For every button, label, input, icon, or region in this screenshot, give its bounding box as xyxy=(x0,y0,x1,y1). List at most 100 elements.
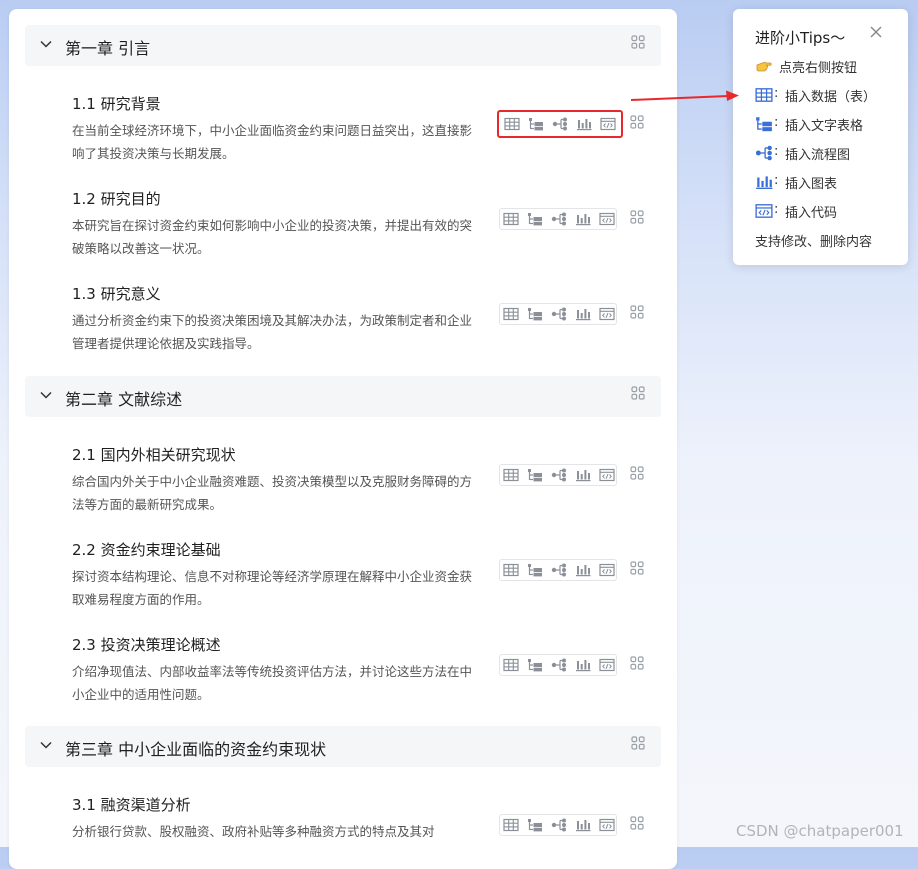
table-icon[interactable] xyxy=(503,563,519,577)
watermark: CSDN @chatpaper001 xyxy=(736,822,904,840)
bar-chart-icon[interactable] xyxy=(575,658,591,672)
grid-menu-icon[interactable] xyxy=(630,656,644,670)
tips-popover: 进阶小Tips～ 点亮右侧按钮 : 插入数据（表） : 插入文字表格 : 插入流… xyxy=(733,9,908,265)
text-table-icon[interactable] xyxy=(527,563,543,577)
grid-menu-icon[interactable] xyxy=(630,210,644,224)
grid-menu-icon[interactable] xyxy=(630,115,644,129)
section-description: 综合国内外关于中小企业融资难题、投资决策模型以及克服财务障碍的方法等方面的最新研… xyxy=(72,474,473,512)
flowchart-icon[interactable] xyxy=(551,563,567,577)
code-icon[interactable] xyxy=(599,212,615,226)
flowchart-icon[interactable] xyxy=(551,818,567,832)
grid-menu-icon[interactable] xyxy=(630,561,644,575)
insert-toolbar xyxy=(499,303,617,325)
insert-toolbar xyxy=(499,814,617,836)
table-icon[interactable] xyxy=(503,468,519,482)
tip-label: 点亮右侧按钮 xyxy=(779,61,858,76)
code-icon[interactable] xyxy=(599,468,615,482)
chapter-title: 第一章 引言 xyxy=(65,39,151,58)
bar-chart-icon[interactable] xyxy=(575,212,591,226)
code-icon[interactable] xyxy=(600,117,616,131)
text-table-icon[interactable] xyxy=(527,468,543,482)
flowchart-icon[interactable] xyxy=(552,117,568,131)
chapter-header[interactable]: 第一章 引言 xyxy=(25,25,661,66)
tip-label: 插入图表 xyxy=(785,177,838,192)
insert-toolbar xyxy=(499,654,617,676)
section-title: 2.3 投资决策理论概述 xyxy=(72,636,221,654)
section-description: 通过分析资金约束下的投资决策困境及其解决办法，为政策制定者和企业管理者提供理论依… xyxy=(72,313,473,351)
table-icon[interactable] xyxy=(503,818,519,832)
text-table-icon[interactable] xyxy=(527,658,543,672)
chevron-down-icon[interactable] xyxy=(39,388,53,402)
pointing-hand-icon xyxy=(756,61,772,72)
flowchart-icon[interactable] xyxy=(551,658,567,672)
outline-section: 2.3 投资决策理论概述 介绍净现值法、内部收益率法等传统投资评估方法，并讨论这… xyxy=(9,634,677,724)
flowchart-icon[interactable] xyxy=(551,307,567,321)
tip-colon: : xyxy=(774,173,779,188)
bar-chart-icon[interactable] xyxy=(575,307,591,321)
grid-menu-icon[interactable] xyxy=(630,816,644,830)
tip-label: 插入数据（表） xyxy=(785,90,877,105)
section-description: 介绍净现值法、内部收益率法等传统投资评估方法，并讨论这些方法在中小企业中的适用性… xyxy=(72,664,473,702)
bar-chart-icon xyxy=(755,174,773,190)
section-title: 2.1 国内外相关研究现状 xyxy=(72,446,236,464)
bar-chart-icon[interactable] xyxy=(575,818,591,832)
tip-label: 插入文字表格 xyxy=(785,119,864,134)
section-description: 分析银行贷款、股权融资、政府补贴等多种融资方式的特点及其对 xyxy=(72,824,435,839)
chapter-title: 第二章 文献综述 xyxy=(65,390,183,409)
section-title: 2.2 资金约束理论基础 xyxy=(72,541,221,559)
grid-menu-icon[interactable] xyxy=(631,35,645,49)
bar-chart-icon[interactable] xyxy=(575,468,591,482)
bar-chart-icon[interactable] xyxy=(576,117,592,131)
bar-chart-icon[interactable] xyxy=(575,563,591,577)
section-title: 1.2 研究目的 xyxy=(72,190,161,208)
section-description: 探讨资本结构理论、信息不对称理论等经济学原理在解释中小企业资金获取难易程度方面的… xyxy=(72,569,473,607)
chapter-header[interactable]: 第三章 中小企业面临的资金约束现状 xyxy=(25,726,661,767)
section-title: 1.1 研究背景 xyxy=(72,95,161,113)
grid-menu-icon[interactable] xyxy=(631,386,645,400)
table-icon[interactable] xyxy=(503,212,519,226)
code-icon xyxy=(755,203,773,219)
close-icon[interactable] xyxy=(869,25,883,39)
code-icon[interactable] xyxy=(599,818,615,832)
chapter-title: 第三章 中小企业面临的资金约束现状 xyxy=(65,740,327,759)
code-icon[interactable] xyxy=(599,307,615,321)
section-title: 3.1 融资渠道分析 xyxy=(72,796,191,814)
table-icon[interactable] xyxy=(504,117,520,131)
grid-menu-icon[interactable] xyxy=(631,736,645,750)
text-table-icon[interactable] xyxy=(527,818,543,832)
outline-section: 2.1 国内外相关研究现状 综合国内外关于中小企业融资难题、投资决策模型以及克服… xyxy=(9,444,677,534)
flowchart-icon xyxy=(755,145,773,161)
text-table-icon[interactable] xyxy=(528,117,544,131)
text-table-icon[interactable] xyxy=(527,307,543,321)
outline-section: 1.2 研究目的 本研究旨在探讨资金约束如何影响中小企业的投资决策，并提出有效的… xyxy=(9,188,677,278)
tip-label: 插入流程图 xyxy=(785,148,851,163)
flowchart-icon[interactable] xyxy=(551,212,567,226)
tip-colon: : xyxy=(774,144,779,159)
chapter-header[interactable]: 第二章 文献综述 xyxy=(25,376,661,417)
table-icon[interactable] xyxy=(503,658,519,672)
chevron-down-icon[interactable] xyxy=(39,738,53,752)
outline-section: 1.3 研究意义 通过分析资金约束下的投资决策困境及其解决办法，为政策制定者和企… xyxy=(9,283,677,373)
outline-section: 2.2 资金约束理论基础 探讨资本结构理论、信息不对称理论等经济学原理在解释中小… xyxy=(9,539,677,629)
insert-toolbar xyxy=(499,208,617,230)
section-title: 1.3 研究意义 xyxy=(72,285,161,303)
outline-section: 3.1 融资渠道分析 分析银行贷款、股权融资、政府补贴等多种融资方式的特点及其对 xyxy=(9,794,677,869)
insert-toolbar xyxy=(499,559,617,581)
flowchart-icon[interactable] xyxy=(551,468,567,482)
section-description: 在当前全球经济环境下，中小企业面临资金约束问题日益突出，这直接影响了其投资决策与… xyxy=(72,123,473,161)
tip-label: 插入代码 xyxy=(785,206,838,221)
code-icon[interactable] xyxy=(599,658,615,672)
tips-footer: 支持修改、删除内容 xyxy=(755,235,873,250)
text-table-icon[interactable] xyxy=(527,212,543,226)
code-icon[interactable] xyxy=(599,563,615,577)
chevron-down-icon[interactable] xyxy=(39,37,53,51)
outline-panel: 第一章 引言 1.1 研究背景 在当前全球经济环境下，中小企业面临资金约束问题日… xyxy=(9,9,677,869)
grid-menu-icon[interactable] xyxy=(630,305,644,319)
tip-colon: : xyxy=(774,202,779,217)
table-icon[interactable] xyxy=(503,307,519,321)
insert-toolbar xyxy=(499,464,617,486)
insert-toolbar xyxy=(497,110,623,138)
grid-menu-icon[interactable] xyxy=(630,466,644,480)
table-icon xyxy=(755,87,773,103)
tips-title: 进阶小Tips～ xyxy=(755,29,846,47)
